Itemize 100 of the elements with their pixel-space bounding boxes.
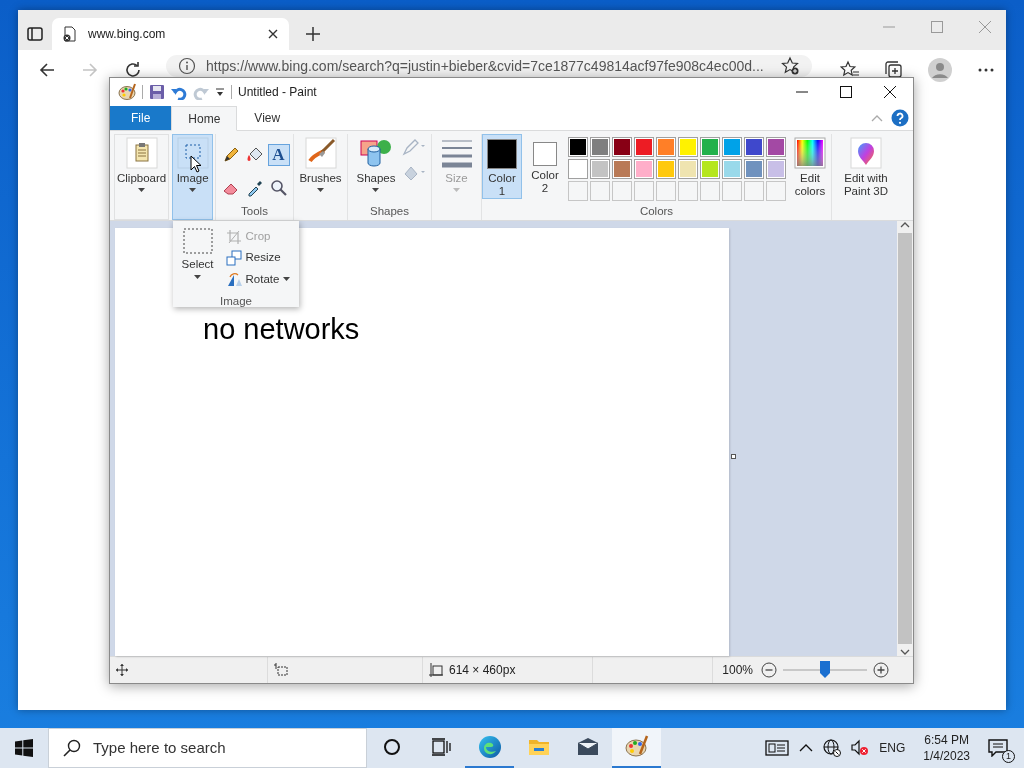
empty-swatch[interactable] (590, 181, 610, 201)
address-bar[interactable]: https://www.bing.com/search?q=justin+bieber&cvid=7ce1877c49814acf97fe908c4ec00d... (166, 55, 812, 77)
palette-swatch[interactable] (656, 159, 676, 179)
palette-swatch[interactable] (744, 137, 764, 157)
palette-swatch[interactable] (766, 159, 786, 179)
palette-swatch[interactable] (612, 137, 632, 157)
palette-swatch[interactable] (722, 159, 742, 179)
new-tab-icon[interactable] (305, 26, 321, 42)
collections-icon[interactable] (884, 60, 904, 80)
cursor-position-icon (116, 664, 128, 676)
start-windows-icon[interactable] (15, 739, 33, 757)
palette-swatch[interactable] (678, 159, 698, 179)
rotate-button[interactable]: Rotate (223, 268, 293, 290)
clock-date[interactable]: 1/4/2023 (923, 748, 970, 764)
close-icon[interactable] (267, 28, 279, 40)
palette-swatch[interactable] (634, 137, 654, 157)
magnifier-icon[interactable] (269, 179, 288, 197)
maximize-icon[interactable] (840, 86, 852, 98)
selection-icon (182, 228, 213, 254)
scroll-down-icon[interactable] (900, 648, 910, 656)
caret-icon (453, 188, 460, 192)
url-text: https://www.bing.com/search?q=justin+bieber&cvid=7ce1877c49814acf97fe908c4ec00d... (206, 56, 765, 76)
secondary-color-button[interactable]: Color 2 (525, 134, 565, 196)
empty-swatch[interactable] (568, 181, 588, 201)
zoom-in-icon[interactable] (873, 662, 889, 678)
caret-icon (283, 277, 291, 282)
cortana-circle-icon[interactable] (382, 738, 401, 756)
empty-swatch[interactable] (678, 181, 698, 201)
chevron-up-icon[interactable] (799, 743, 814, 753)
palette-swatch[interactable] (568, 137, 588, 157)
palette-swatch[interactable] (612, 159, 632, 179)
zoom-out-icon[interactable] (761, 662, 777, 678)
ribbon-tab[interactable]: Home (171, 106, 238, 131)
group-label: Image (220, 293, 252, 308)
title-separator (142, 85, 143, 99)
palette-swatch[interactable] (590, 137, 610, 157)
close-icon[interactable] (884, 86, 896, 98)
palette-swatch[interactable] (722, 137, 742, 157)
collapse-ribbon-icon[interactable] (871, 113, 883, 123)
task-view-icon[interactable] (430, 738, 451, 756)
empty-swatch[interactable] (634, 181, 654, 201)
customize-dropdown-icon[interactable] (215, 86, 225, 98)
language-indicator[interactable]: ENG (879, 739, 906, 757)
clock-time[interactable]: 6:54 PM (923, 732, 970, 748)
text-tool-button[interactable]: A (267, 144, 290, 166)
select-button[interactable]: Select (179, 226, 216, 290)
group-label: Shapes (370, 204, 409, 219)
empty-swatch[interactable] (766, 181, 786, 201)
vertical-scrollbar[interactable] (897, 221, 913, 656)
selection-size-icon (274, 663, 288, 677)
resize-handle[interactable] (731, 454, 736, 459)
empty-swatch[interactable] (656, 181, 676, 201)
paint-palette-icon (624, 735, 649, 759)
palette-swatch[interactable] (700, 159, 720, 179)
notification-center-icon[interactable] (988, 739, 1008, 757)
palette-swatch[interactable] (678, 137, 698, 157)
resize-button[interactable]: Resize (223, 247, 293, 269)
scroll-up-icon[interactable] (900, 221, 910, 229)
window-title: Untitled - Paint (238, 84, 317, 101)
taskbar-search-field[interactable]: Type here to search (48, 728, 367, 768)
empty-swatch[interactable] (744, 181, 764, 201)
pencil-icon[interactable] (221, 146, 240, 164)
empty-swatch[interactable] (612, 181, 632, 201)
paint-palette-icon (118, 83, 136, 101)
save-icon[interactable] (149, 84, 165, 100)
ribbon-tab[interactable]: View (237, 106, 298, 130)
image-button[interactable]: Image (172, 134, 213, 220)
palette-swatch[interactable] (744, 159, 764, 179)
volume-muted-icon[interactable] (851, 739, 870, 757)
caret-icon (372, 188, 380, 192)
shapes-button[interactable]: Shapes (353, 134, 399, 193)
file-menu-tab[interactable]: File (110, 106, 172, 130)
palette-swatch[interactable] (634, 159, 654, 179)
paint-bucket-icon[interactable] (245, 146, 264, 164)
empty-swatch[interactable] (700, 181, 720, 201)
palette-swatch[interactable] (568, 159, 588, 179)
page-icon (62, 26, 78, 42)
network-globe-icon[interactable] (823, 739, 842, 757)
palette-swatch[interactable] (766, 137, 786, 157)
clipboard-button[interactable]: Clipboard (114, 134, 170, 220)
help-icon[interactable] (891, 109, 909, 127)
brushes-button[interactable]: Brushes (296, 134, 345, 193)
browser-tab[interactable]: www.bing.com (52, 18, 289, 50)
palette-swatch[interactable] (590, 159, 610, 179)
news-icon[interactable] (765, 739, 790, 757)
paint-3d-button[interactable]: Edit with Paint 3D (832, 134, 900, 199)
edit-colors-button[interactable]: Edit colors (789, 134, 831, 199)
palette-swatch[interactable] (700, 137, 720, 157)
primary-color-button[interactable]: Color 1 (482, 134, 522, 199)
palette-swatch[interactable] (656, 137, 676, 157)
clipboard-icon (125, 137, 158, 169)
shapes-icon (360, 137, 392, 169)
tab-actions-icon[interactable] (26, 25, 44, 43)
add-favorite-icon[interactable] (780, 56, 800, 76)
zoom-level: 100% (722, 662, 753, 679)
zoom-slider-thumb[interactable] (820, 661, 830, 678)
profile-avatar-icon[interactable] (928, 58, 952, 82)
empty-swatch[interactable] (722, 181, 742, 201)
taskbar-app-button[interactable] (612, 728, 661, 768)
color-picker-icon[interactable] (245, 179, 264, 197)
